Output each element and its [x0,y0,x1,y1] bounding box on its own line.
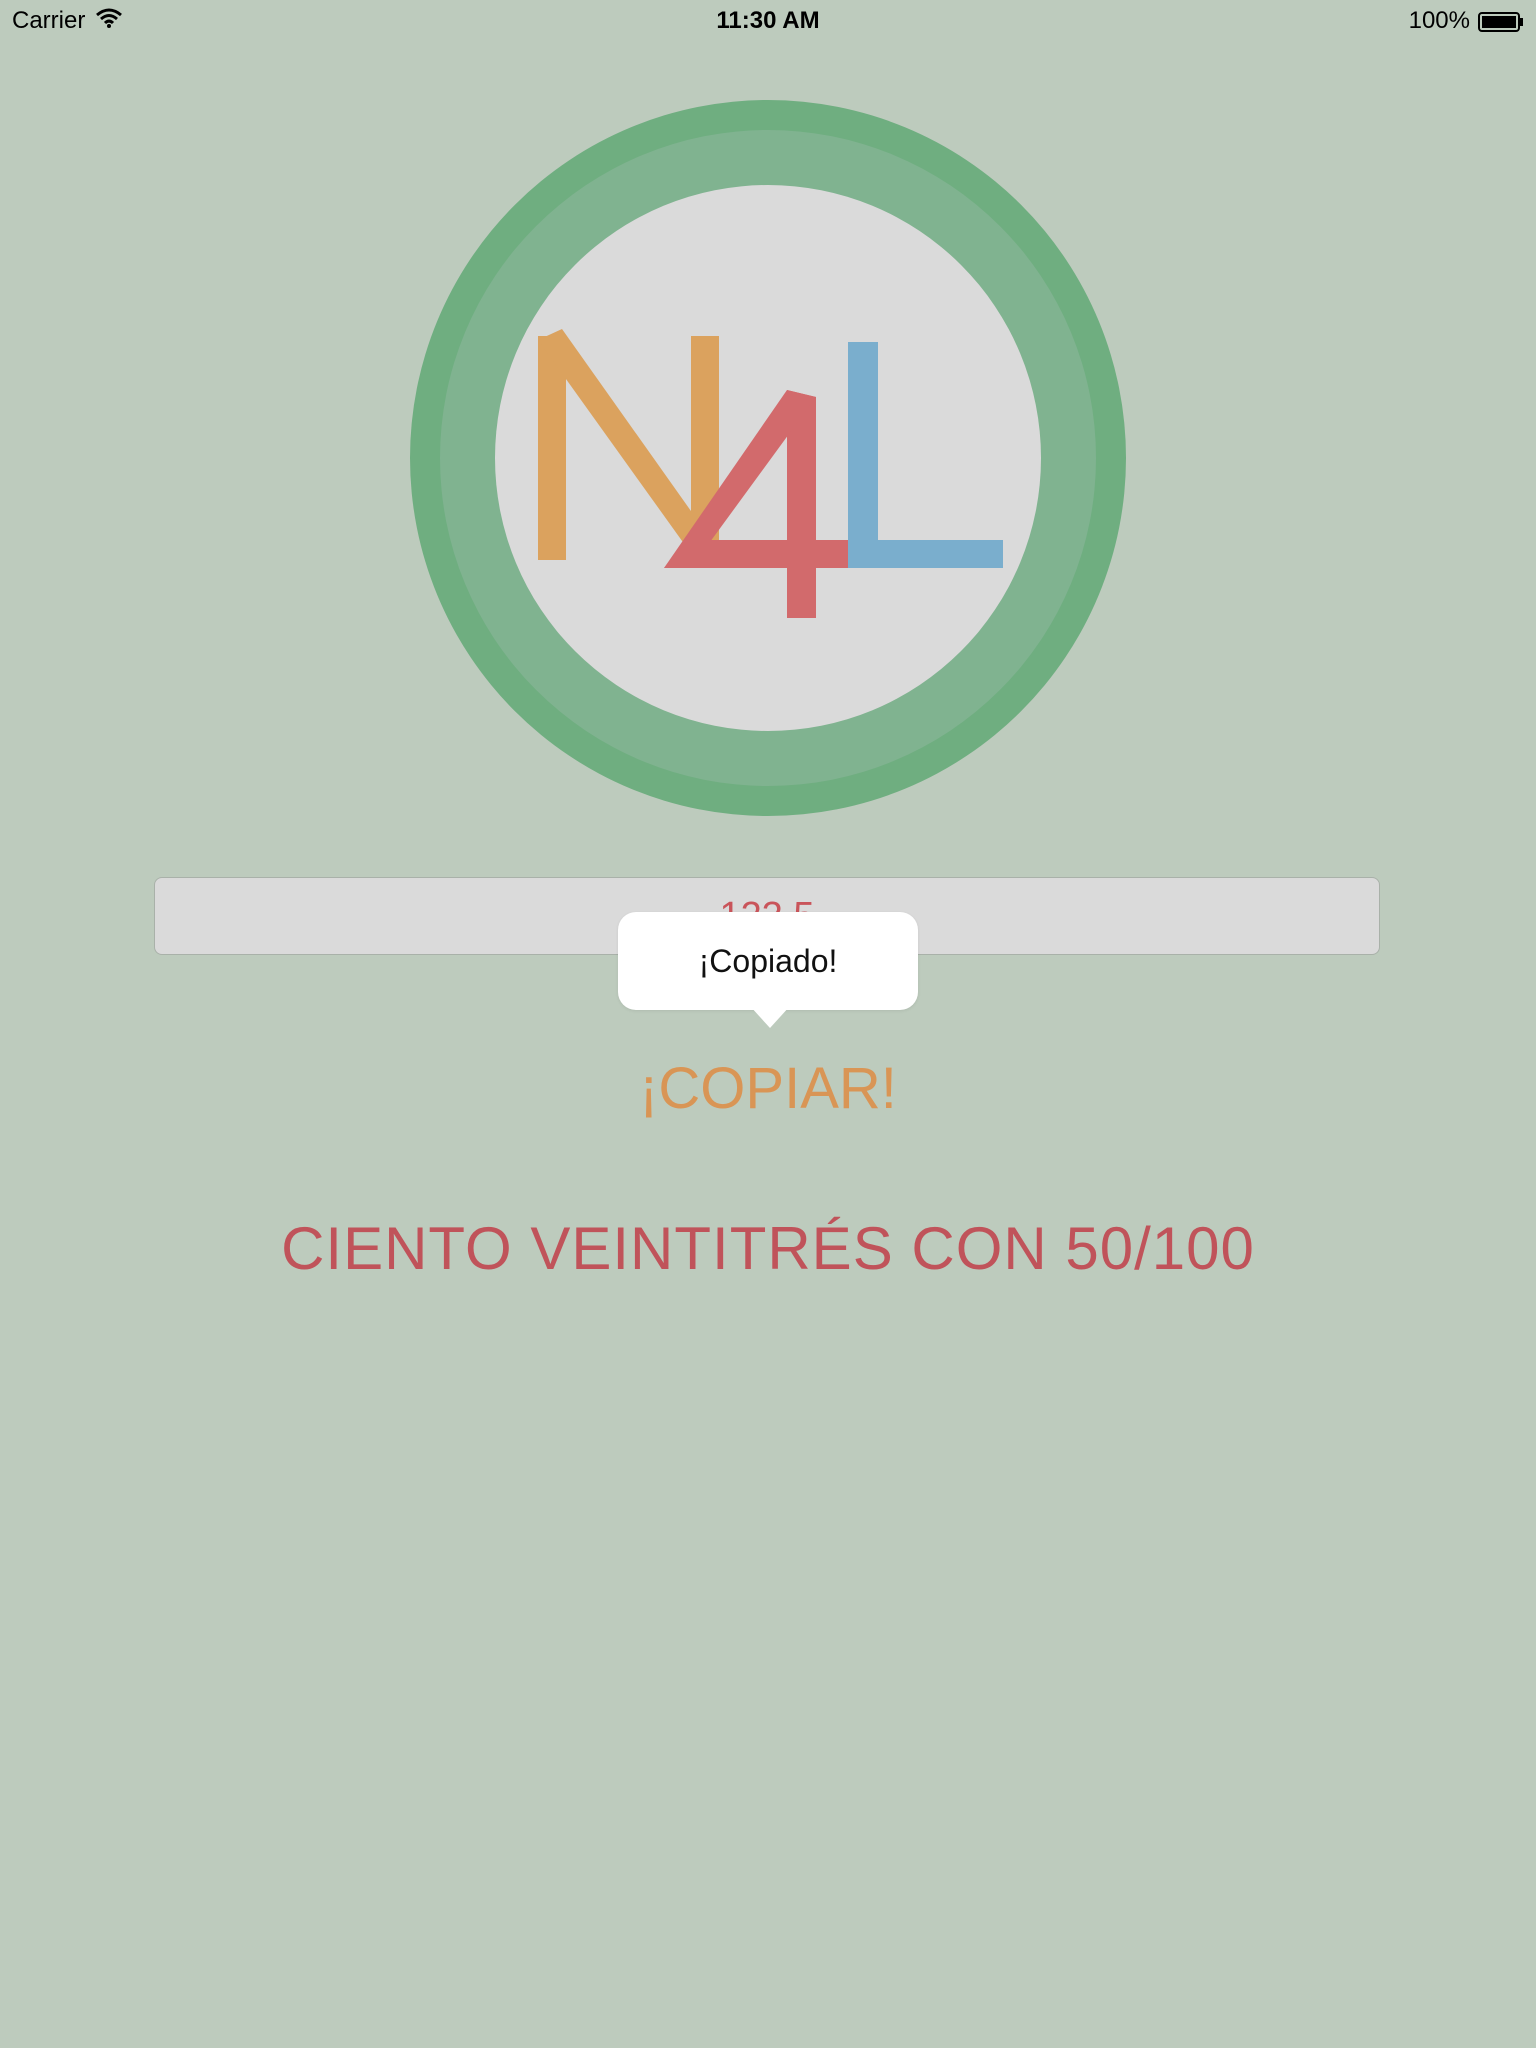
app-logo [408,98,1128,818]
status-bar: Carrier 11:30 AM 100% [0,0,1536,40]
number-in-words: CIENTO VEINTITRÉS CON 50/100 [281,1215,1255,1282]
battery-icon [1478,11,1523,32]
status-right: 100% [1408,7,1523,35]
battery-percent: 100% [1408,7,1470,34]
copied-tooltip: ¡Copiado! [618,912,918,1010]
tooltip-text: ¡Copiado! [698,942,838,979]
copy-button[interactable]: ¡COPIAR! [568,1048,968,1128]
tooltip-arrow [750,1006,790,1028]
status-time: 11:30 AM [716,7,820,34]
